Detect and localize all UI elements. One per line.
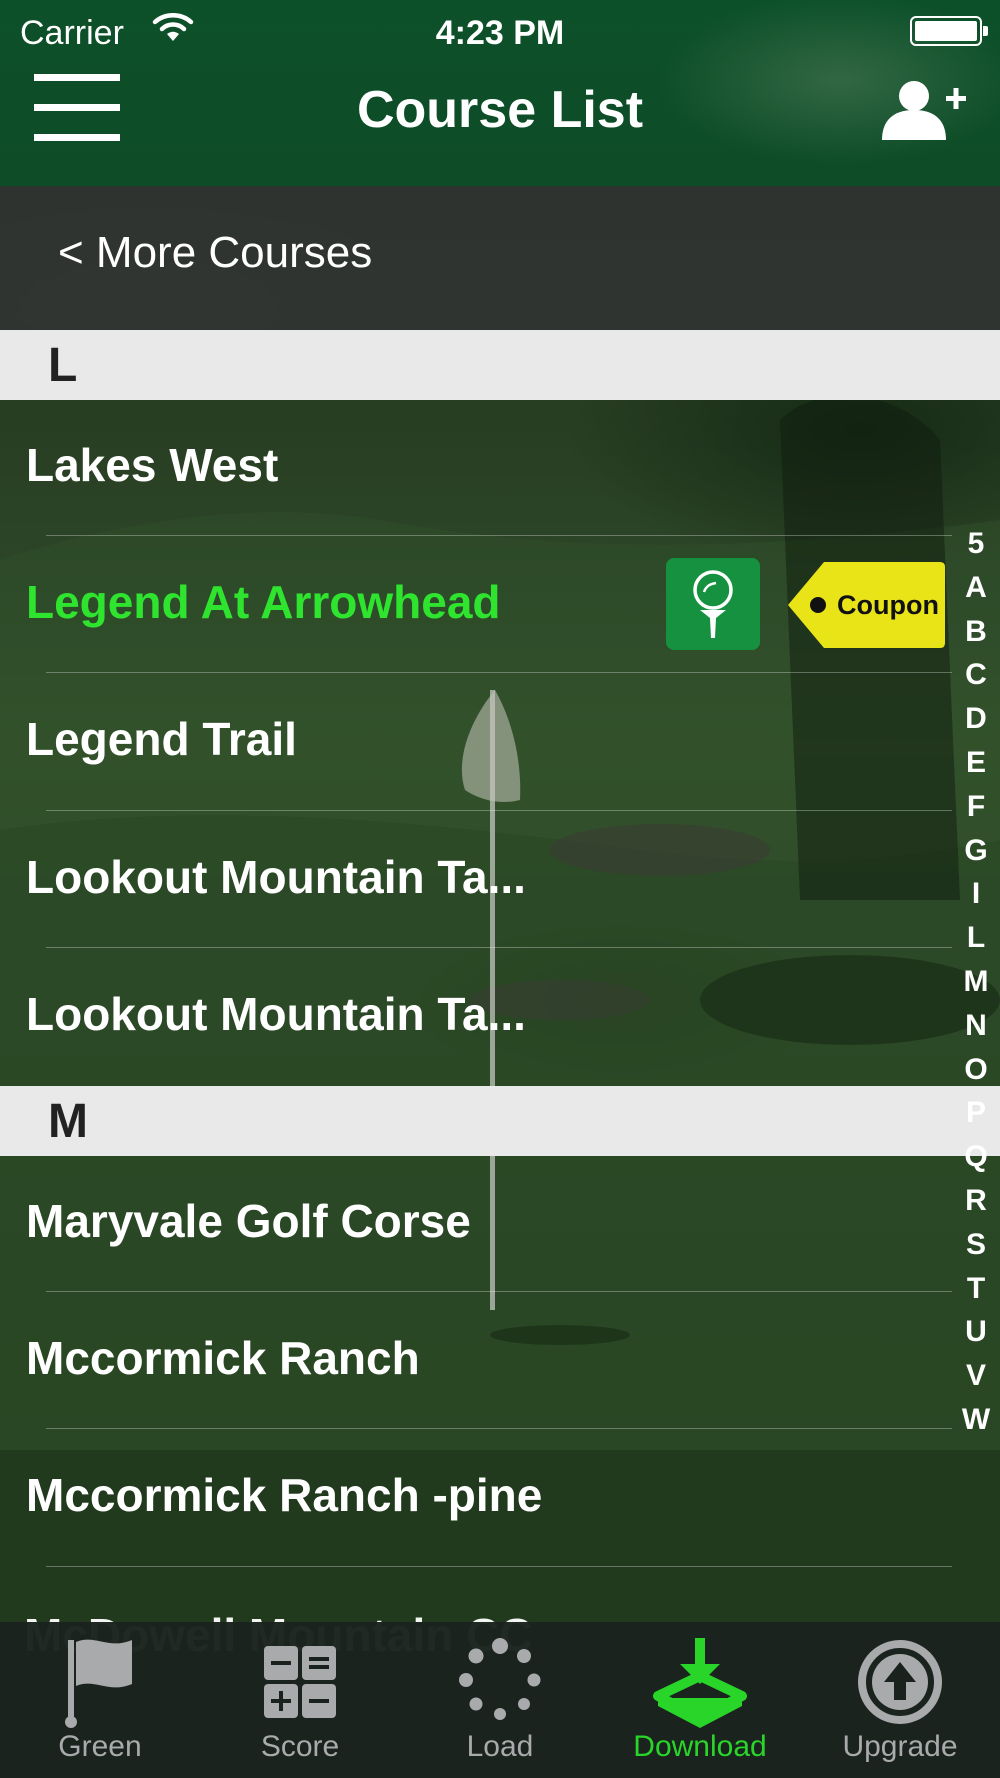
course-name: Lakes West: [26, 439, 279, 491]
status-time: 4:23 PM: [435, 14, 565, 52]
flag-icon: [65, 1639, 132, 1728]
alphabet-index[interactable]: 5 A B C D E F G I L M N O P Q R S T U V …: [952, 522, 1000, 1442]
calculator-icon: [264, 1646, 336, 1718]
index-letter[interactable]: W: [952, 1398, 1000, 1442]
index-letter[interactable]: A: [952, 566, 1000, 610]
add-user-icon[interactable]: [880, 78, 970, 144]
course-row[interactable]: Mccormick Ranch -pine: [0, 1430, 950, 1567]
download-icon: [653, 1638, 747, 1728]
course-list-screen: Carrier 4:23 PM Course List < More Cours…: [0, 0, 1000, 1778]
index-letter[interactable]: U: [952, 1310, 1000, 1354]
tab-label: Download: [633, 1730, 767, 1763]
course-name: Legend At Arrowhead: [26, 576, 501, 628]
course-row[interactable]: Maryvale Golf Corse: [0, 1156, 950, 1293]
course-name: Legend Trail: [26, 713, 297, 765]
course-name: Lookout Mountain Ta...: [26, 851, 526, 903]
course-row[interactable]: Lookout Mountain Ta...: [0, 812, 950, 949]
index-letter[interactable]: D: [952, 697, 1000, 741]
golf-tee-badge[interactable]: [666, 558, 760, 650]
tab-green[interactable]: Green: [0, 1622, 200, 1778]
index-letter[interactable]: G: [952, 829, 1000, 873]
section-header-l: L: [0, 330, 1000, 400]
index-letter[interactable]: R: [952, 1179, 1000, 1223]
section-letter: M: [48, 1095, 88, 1148]
page-title: Course List: [356, 81, 644, 139]
section-header-m: M: [0, 1086, 1000, 1156]
course-name: Mccormick Ranch -pine: [26, 1469, 543, 1521]
course-name: Maryvale Golf Corse: [26, 1195, 471, 1247]
index-letter[interactable]: 5: [952, 522, 1000, 566]
row-divider: [46, 1291, 952, 1292]
row-divider: [46, 947, 952, 948]
tab-load[interactable]: Load: [400, 1622, 600, 1778]
section-letter: L: [48, 339, 78, 392]
status-bar: Carrier 4:23 PM: [0, 0, 1000, 64]
index-letter[interactable]: O: [952, 1048, 1000, 1092]
battery-icon: [910, 16, 988, 46]
tab-label: Green: [58, 1730, 142, 1763]
coupon-label: Coupon: [837, 590, 939, 620]
course-name: Mccormick Ranch: [26, 1332, 420, 1384]
row-divider: [46, 810, 952, 811]
course-name: Lookout Mountain Ta...: [26, 988, 526, 1040]
index-letter[interactable]: B: [952, 610, 1000, 654]
loading-spinner-icon: [459, 1638, 541, 1720]
index-letter[interactable]: L: [952, 916, 1000, 960]
index-letter[interactable]: V: [952, 1354, 1000, 1398]
index-letter[interactable]: P: [952, 1091, 1000, 1135]
tab-label: Upgrade: [842, 1730, 958, 1763]
index-letter[interactable]: N: [952, 1004, 1000, 1048]
index-letter[interactable]: S: [952, 1223, 1000, 1267]
index-letter[interactable]: E: [952, 741, 1000, 785]
index-letter[interactable]: M: [952, 960, 1000, 1004]
index-letter[interactable]: I: [952, 872, 1000, 916]
course-row[interactable]: Mccormick Ranch: [0, 1293, 950, 1430]
more-courses-link[interactable]: < More Courses: [58, 228, 372, 278]
tab-score[interactable]: Score: [200, 1622, 400, 1778]
index-letter[interactable]: F: [952, 785, 1000, 829]
index-letter[interactable]: C: [952, 653, 1000, 697]
tab-upgrade[interactable]: Upgrade: [800, 1622, 1000, 1778]
upgrade-arrow-icon: [858, 1640, 942, 1724]
row-divider: [46, 1566, 952, 1567]
row-divider: [46, 1428, 952, 1429]
row-divider: [46, 535, 952, 536]
tab-label: Score: [260, 1730, 340, 1763]
golf-tee-icon: [693, 570, 733, 638]
course-row[interactable]: Lookout Mountain Ta...: [0, 949, 950, 1086]
course-row[interactable]: Legend Trail: [0, 674, 950, 811]
row-divider: [46, 672, 952, 673]
tab-bar: Green Score Load Download Upgrade: [0, 1622, 1000, 1778]
course-row[interactable]: Lakes West: [0, 400, 950, 537]
tab-download[interactable]: Download: [600, 1622, 800, 1778]
index-letter[interactable]: Q: [952, 1135, 1000, 1179]
tab-label: Load: [466, 1730, 534, 1763]
index-letter[interactable]: T: [952, 1267, 1000, 1311]
